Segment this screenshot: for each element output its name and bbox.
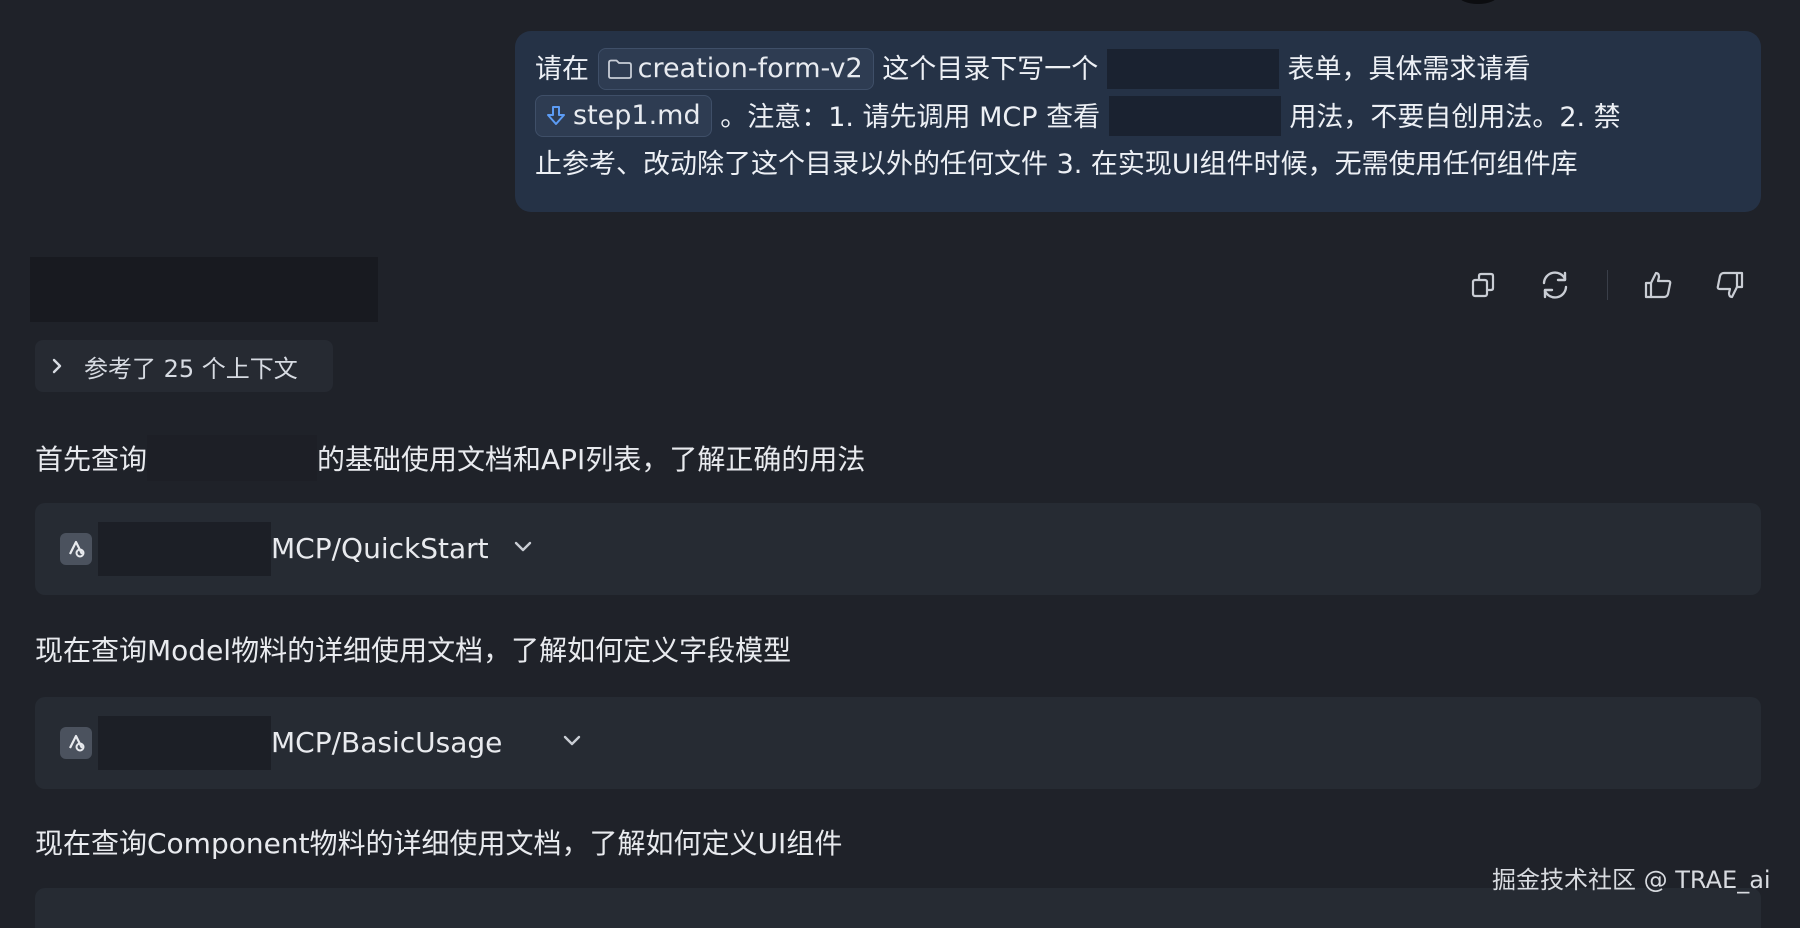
chevron-right-icon bbox=[50, 357, 64, 375]
avatar-fragment bbox=[1458, 0, 1498, 4]
message-text: 。注意：1. 请先调用 MCP 查看 bbox=[720, 101, 1101, 133]
folder-chip-label: creation-form-v2 bbox=[637, 52, 863, 84]
redacted-text bbox=[1106, 48, 1279, 89]
action-divider bbox=[1607, 270, 1608, 300]
message-text: 这个目录下写一个 bbox=[882, 54, 1099, 85]
thumbs-up-icon[interactable] bbox=[1639, 266, 1677, 304]
redacted-text bbox=[98, 522, 271, 576]
redacted-text bbox=[147, 435, 318, 481]
file-chip[interactable]: step1.md bbox=[535, 95, 712, 137]
copy-icon[interactable] bbox=[1464, 266, 1502, 304]
user-message-line-3: 止参考、改动除了这个目录以外的任何文件 3. 在实现UI组件时候，无需使用任何组… bbox=[535, 149, 1578, 180]
thumbs-down-icon[interactable] bbox=[1711, 266, 1749, 304]
message-text: 用法，不要自创用法。2. 禁 bbox=[1289, 101, 1621, 133]
context-toggle-button[interactable]: 参考了 25 个上下文 bbox=[35, 340, 333, 392]
user-message-line-2: step1.md 。注意：1. 请先调用 MCP 查看 用法，不要自创用法。2.… bbox=[535, 94, 1739, 142]
mcp-tool-icon bbox=[60, 727, 92, 759]
tool-call-name: MCP/QuickStart bbox=[271, 532, 489, 565]
file-chip-label: step1.md bbox=[573, 100, 701, 131]
tool-call-card[interactable]: MCP/QuickStart bbox=[35, 503, 1761, 595]
message-text: 的基础使用文档和API列表，了解正确的用法 bbox=[317, 443, 866, 476]
message-text: 表单，具体需求请看 bbox=[1287, 54, 1531, 85]
message-text: 请在 bbox=[535, 54, 589, 85]
redacted-text bbox=[1108, 96, 1281, 136]
refresh-icon[interactable] bbox=[1536, 266, 1574, 304]
tool-call-name: MCP/BasicUsage bbox=[271, 726, 503, 759]
assistant-message-3: 现在查询Component物料的详细使用文档，了解如何定义UI组件 bbox=[35, 827, 843, 860]
assistant-message-2: 现在查询Model物料的详细使用文档，了解如何定义字段模型 bbox=[35, 634, 792, 667]
folder-chip[interactable]: creation-form-v2 bbox=[597, 47, 874, 90]
chevron-down-icon[interactable] bbox=[512, 539, 534, 559]
mcp-tool-icon bbox=[60, 533, 92, 565]
user-message-line-1: 请在 creation-form-v2 这个目录下写一个 表单，具体需求请看 bbox=[535, 46, 1739, 94]
watermark: 掘金技术社区 @ TRAE_ai bbox=[1492, 866, 1771, 894]
tool-call-card[interactable]: MCP/BasicUsage bbox=[35, 697, 1761, 789]
message-text: 首先查询 bbox=[35, 443, 148, 476]
context-label: 参考了 25 个上下文 bbox=[84, 354, 298, 383]
assistant-message-1: 首先查询 的基础使用文档和API列表，了解正确的用法 bbox=[35, 435, 866, 484]
download-arrow-icon bbox=[547, 106, 565, 125]
user-message-bubble: 请在 creation-form-v2 这个目录下写一个 表单，具体需求请看 s… bbox=[515, 31, 1761, 212]
chevron-down-icon[interactable] bbox=[561, 733, 583, 753]
redacted-text bbox=[98, 716, 271, 770]
folder-icon bbox=[607, 59, 632, 79]
redacted-assistant-header bbox=[30, 257, 378, 322]
